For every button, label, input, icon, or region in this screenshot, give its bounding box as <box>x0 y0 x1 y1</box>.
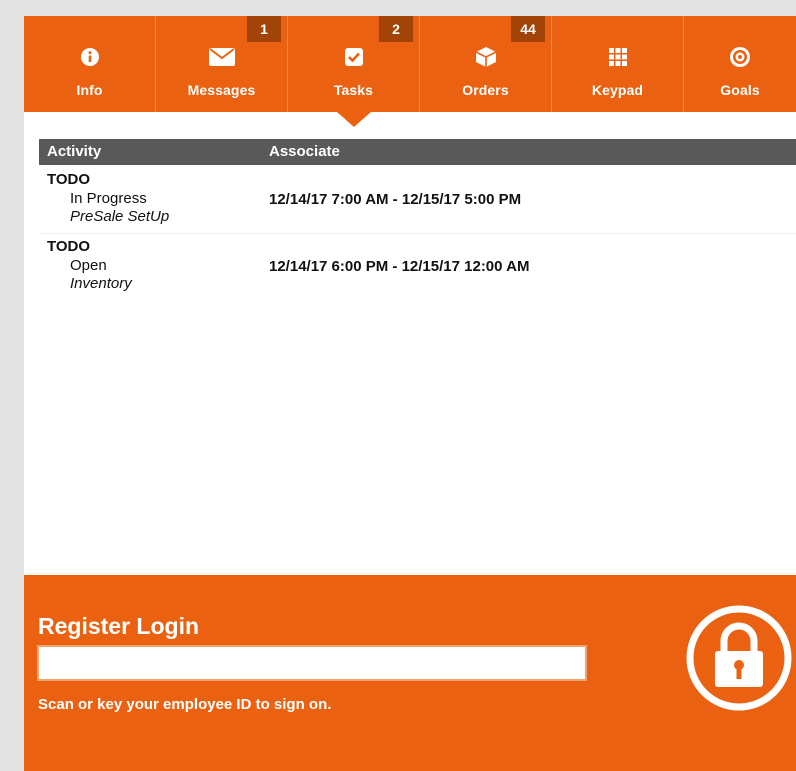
register-login-panel: Register Login Scan or key your employee… <box>24 575 796 771</box>
column-header-associate: Associate <box>269 143 340 160</box>
info-icon <box>24 46 155 68</box>
nav-label: Info <box>76 82 103 98</box>
login-hint: Scan or key your employee ID to sign on. <box>38 696 332 713</box>
lock-icon[interactable] <box>684 603 794 713</box>
box-icon <box>420 46 551 68</box>
column-header-activity: Activity <box>47 143 102 160</box>
orders-count-badge: 44 <box>511 16 545 42</box>
nav-item-messages[interactable]: 1 Messages <box>156 16 288 112</box>
activity-status: Open <box>70 257 107 274</box>
activity-category: Inventory <box>70 275 132 292</box>
selected-tab-pointer <box>337 112 371 127</box>
nav-item-orders[interactable]: 44 Orders <box>420 16 552 112</box>
nav-item-keypad[interactable]: Keypad <box>552 16 684 112</box>
checkbox-icon <box>288 46 419 68</box>
nav-item-info[interactable]: Info <box>24 16 156 112</box>
activity-type: TODO <box>47 171 91 188</box>
row-divider <box>39 233 796 234</box>
nav-item-tasks[interactable]: 2 Tasks <box>288 16 420 112</box>
activity-category: PreSale SetUp <box>70 208 170 225</box>
activity-time-range: 12/14/17 7:00 AM - 12/15/17 5:00 PM <box>269 191 522 208</box>
keypad-icon <box>552 46 683 68</box>
nav-label: Messages <box>187 82 256 98</box>
activity-time-range: 12/14/17 6:00 PM - 12/15/17 12:00 AM <box>269 258 530 275</box>
table-row[interactable]: TODO Open Inventory 12/14/17 6:00 PM - 1… <box>39 236 796 302</box>
activity-table-header: Activity Associate <box>39 139 796 165</box>
nav-item-goals[interactable]: Goals <box>684 16 796 112</box>
nav-label: Tasks <box>333 82 374 98</box>
activity-type: TODO <box>47 238 91 255</box>
nav-label: Goals <box>720 82 760 98</box>
tasks-count-badge: 2 <box>379 16 413 42</box>
envelope-icon <box>156 46 287 68</box>
table-row[interactable]: TODO In Progress PreSale SetUp 12/14/17 … <box>39 169 796 235</box>
nav-label: Keypad <box>591 82 644 98</box>
top-nav: Info 1 Messages 2 Tasks 44 Orders Keypad… <box>24 16 796 112</box>
messages-count-badge: 1 <box>247 16 281 42</box>
target-icon <box>684 46 796 68</box>
activity-status: In Progress <box>70 190 147 207</box>
login-title: Register Login <box>38 613 200 639</box>
employee-id-input[interactable] <box>37 645 587 681</box>
nav-label: Orders <box>462 82 509 98</box>
app-window: Info 1 Messages 2 Tasks 44 Orders Keypad… <box>24 16 796 771</box>
